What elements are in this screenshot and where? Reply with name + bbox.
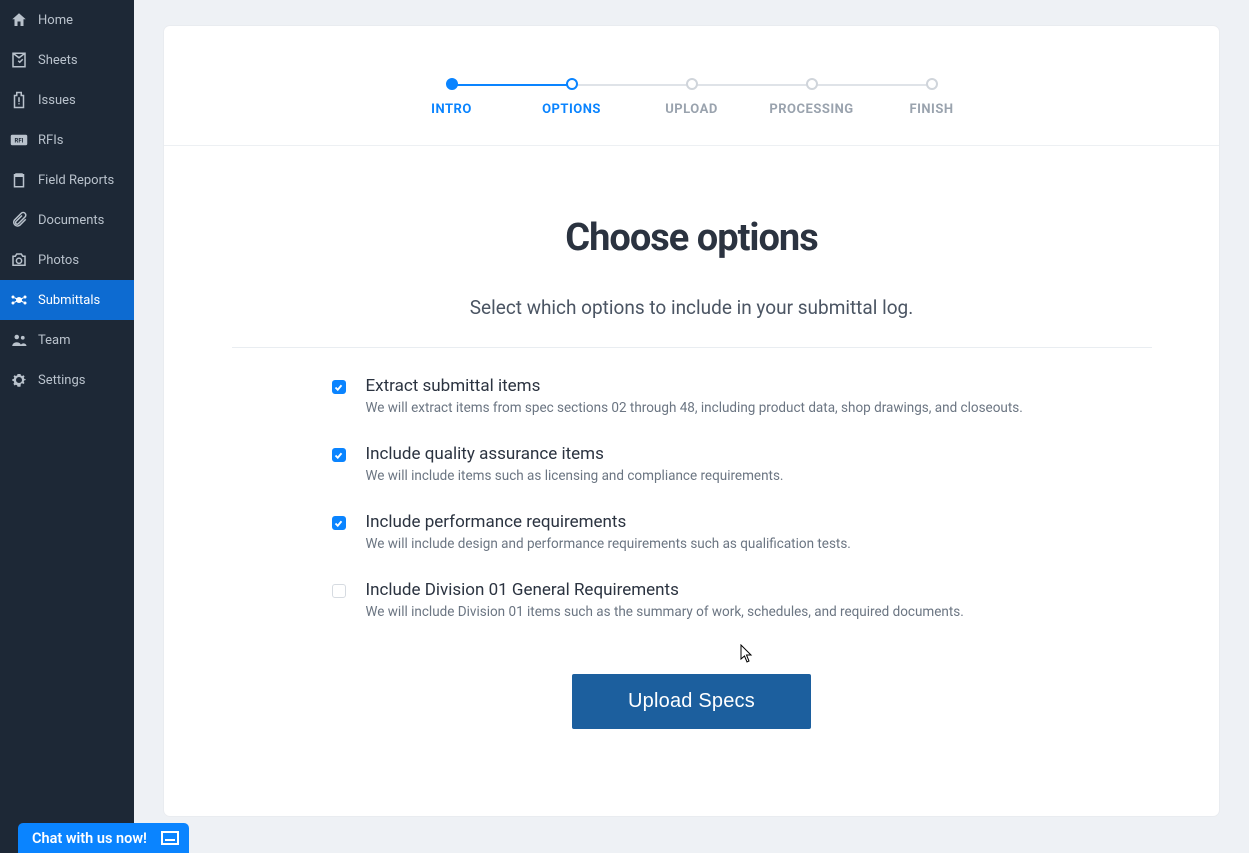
sidebar-item-home[interactable]: Home bbox=[0, 0, 134, 40]
chat-label: Chat with us now! bbox=[32, 830, 147, 847]
sidebar-item-issues[interactable]: Issues bbox=[0, 80, 134, 120]
sidebar-item-label: Team bbox=[38, 333, 71, 348]
main: INTRO OPTIONS UPLOAD PROCESSING FINISH bbox=[134, 0, 1249, 853]
sidebar: Home Sheets Issues RFI RFIs Field Report… bbox=[0, 0, 134, 853]
step-dot bbox=[566, 78, 578, 90]
chat-widget[interactable]: Chat with us now! bbox=[18, 823, 189, 853]
attachment-icon bbox=[8, 211, 30, 229]
step-label: FINISH bbox=[909, 102, 953, 117]
sidebar-item-label: Settings bbox=[38, 373, 85, 388]
option-desc: We will include items such as licensing … bbox=[366, 468, 1052, 484]
page-subtitle: Select which options to include in your … bbox=[224, 296, 1159, 319]
sidebar-item-label: Documents bbox=[38, 213, 104, 228]
content: Choose options Select which options to i… bbox=[164, 146, 1219, 729]
submittals-icon bbox=[8, 291, 30, 309]
sidebar-item-label: Photos bbox=[38, 253, 79, 268]
option-body: Include performance requirements We will… bbox=[366, 512, 1052, 552]
sidebar-item-label: Submittals bbox=[38, 293, 100, 308]
sidebar-item-photos[interactable]: Photos bbox=[0, 240, 134, 280]
option-desc: We will extract items from spec sections… bbox=[366, 400, 1052, 416]
svg-text:RFI: RFI bbox=[15, 137, 24, 144]
step-label: UPLOAD bbox=[665, 102, 718, 117]
option-body: Include Division 01 General Requirements… bbox=[366, 580, 1052, 620]
sheets-icon bbox=[8, 51, 30, 69]
option-title: Include quality assurance items bbox=[366, 444, 1052, 464]
step-dot bbox=[806, 78, 818, 90]
sidebar-item-label: Issues bbox=[38, 93, 76, 108]
step-label: INTRO bbox=[431, 102, 472, 117]
sidebar-item-team[interactable]: Team bbox=[0, 320, 134, 360]
chat-expand-icon bbox=[161, 831, 179, 845]
sidebar-item-label: Field Reports bbox=[38, 173, 114, 188]
step-dot bbox=[926, 78, 938, 90]
sidebar-item-label: RFIs bbox=[38, 133, 63, 148]
issues-icon bbox=[8, 91, 30, 109]
sidebar-item-submittals[interactable]: Submittals bbox=[0, 280, 134, 320]
sidebar-item-rfis[interactable]: RFI RFIs bbox=[0, 120, 134, 160]
gear-icon bbox=[8, 371, 30, 389]
stepper: INTRO OPTIONS UPLOAD PROCESSING FINISH bbox=[164, 26, 1219, 146]
step-dot bbox=[446, 78, 458, 90]
step-line bbox=[572, 84, 692, 86]
option-quality-assurance: Include quality assurance items We will … bbox=[332, 444, 1052, 484]
sidebar-item-field-reports[interactable]: Field Reports bbox=[0, 160, 134, 200]
checkbox[interactable] bbox=[332, 584, 346, 598]
clipboard-icon bbox=[8, 171, 30, 189]
step-label: OPTIONS bbox=[542, 102, 601, 117]
option-performance-requirements: Include performance requirements We will… bbox=[332, 512, 1052, 552]
page-title: Choose options bbox=[224, 216, 1159, 260]
rfi-icon: RFI bbox=[8, 131, 30, 149]
sidebar-item-settings[interactable]: Settings bbox=[0, 360, 134, 400]
option-desc: We will include design and performance r… bbox=[366, 536, 1052, 552]
step-label: PROCESSING bbox=[769, 102, 853, 117]
option-desc: We will include Division 01 items such a… bbox=[366, 604, 1052, 620]
divider bbox=[232, 347, 1152, 348]
upload-specs-button[interactable]: Upload Specs bbox=[572, 674, 811, 729]
sidebar-item-label: Sheets bbox=[38, 53, 78, 68]
option-body: Include quality assurance items We will … bbox=[366, 444, 1052, 484]
step-line bbox=[692, 84, 812, 86]
home-icon bbox=[8, 11, 30, 29]
sidebar-item-sheets[interactable]: Sheets bbox=[0, 40, 134, 80]
camera-icon bbox=[8, 251, 30, 269]
option-title: Include performance requirements bbox=[366, 512, 1052, 532]
option-title: Extract submittal items bbox=[366, 376, 1052, 396]
sidebar-item-documents[interactable]: Documents bbox=[0, 200, 134, 240]
card-panel: INTRO OPTIONS UPLOAD PROCESSING FINISH bbox=[164, 26, 1219, 816]
options-list: Extract submittal items We will extract … bbox=[332, 376, 1052, 620]
checkbox[interactable] bbox=[332, 516, 346, 530]
step-line bbox=[812, 84, 932, 86]
team-icon bbox=[8, 331, 30, 349]
checkbox[interactable] bbox=[332, 380, 346, 394]
step-line bbox=[452, 84, 572, 86]
option-body: Extract submittal items We will extract … bbox=[366, 376, 1052, 416]
step-intro[interactable]: INTRO bbox=[392, 78, 512, 117]
option-division-01: Include Division 01 General Requirements… bbox=[332, 580, 1052, 620]
checkbox[interactable] bbox=[332, 448, 346, 462]
step-dot bbox=[686, 78, 698, 90]
option-extract-submittal-items: Extract submittal items We will extract … bbox=[332, 376, 1052, 416]
option-title: Include Division 01 General Requirements bbox=[366, 580, 1052, 600]
sidebar-item-label: Home bbox=[38, 13, 73, 28]
